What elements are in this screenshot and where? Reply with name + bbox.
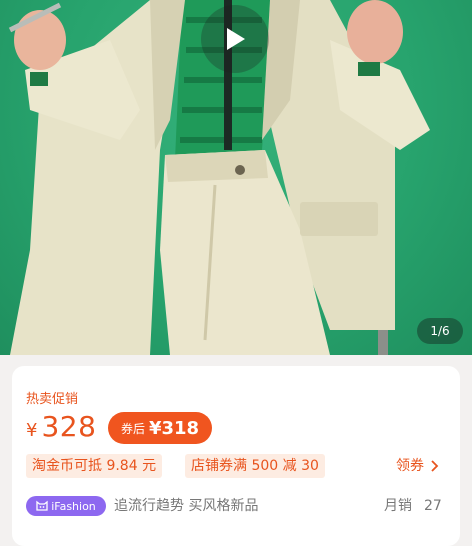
product-image-carousel[interactable]: 1/6 bbox=[0, 0, 472, 355]
original-price: ¥ 328 bbox=[26, 410, 96, 443]
price-card: 热卖促销 ¥ 328 券后 ¥318 淘金币可抵 9.84 元 店铺券满 500… bbox=[12, 366, 460, 546]
store-coupon-tag: 店铺券满 500 减 30 bbox=[185, 454, 325, 478]
sales-label: 月销 bbox=[384, 498, 412, 514]
cat-icon bbox=[36, 500, 48, 511]
brand-slogan: 追流行趋势 买风格新品 bbox=[114, 498, 259, 514]
coupon-price-badge: 券后 ¥318 bbox=[108, 412, 212, 444]
sales-count: 27 bbox=[424, 498, 442, 514]
ifashion-badge[interactable]: iFashion bbox=[26, 496, 106, 516]
brand-badge-label: iFashion bbox=[51, 499, 96, 513]
play-icon bbox=[227, 28, 245, 50]
promo-label: 热卖促销 bbox=[26, 392, 79, 407]
play-video-button[interactable] bbox=[201, 5, 269, 73]
claim-coupon-label: 领券 bbox=[396, 458, 424, 474]
monthly-sales: 月销 27 bbox=[384, 496, 442, 516]
coupon-price-value: ¥318 bbox=[148, 417, 200, 439]
coin-discount-tag: 淘金币可抵 9.84 元 bbox=[26, 454, 163, 478]
claim-coupon-button[interactable]: 领券 bbox=[396, 454, 439, 478]
price-value: 328 bbox=[41, 410, 97, 443]
currency-symbol: ¥ bbox=[26, 420, 38, 441]
chevron-right-icon bbox=[431, 460, 439, 472]
coupon-price-label: 券后 bbox=[120, 421, 145, 436]
image-counter: 1/6 bbox=[417, 318, 463, 344]
